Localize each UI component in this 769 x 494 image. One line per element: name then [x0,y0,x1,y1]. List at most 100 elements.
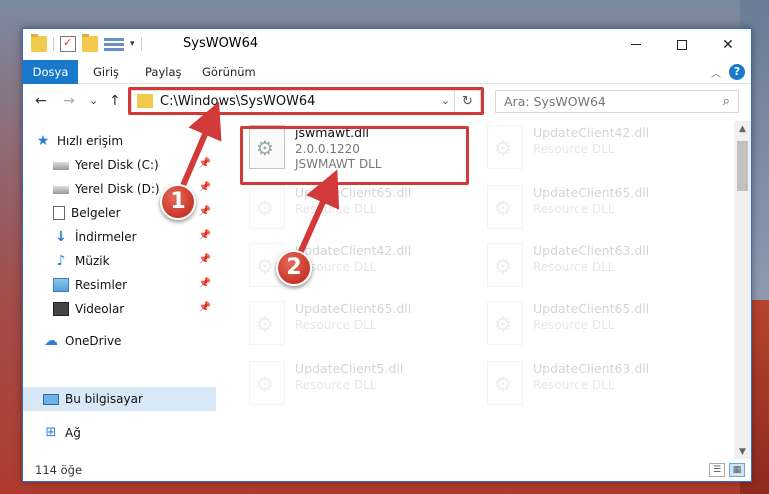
sidebar-item-label: Yerel Disk (C:) [75,158,159,172]
sidebar-item-network[interactable]: ⊞ Ağ [43,421,215,445]
new-folder-icon[interactable] [82,34,98,52]
vertical-scrollbar[interactable]: ▲ ▼ [734,121,751,461]
picture-icon [53,278,69,292]
customize-toolbar-dropdown[interactable]: ▾ [130,39,135,49]
sidebar-item-quick-access[interactable]: ★ Hızlı erişim [35,129,227,153]
back-button[interactable]: ← [35,93,47,109]
folder-icon [31,34,47,52]
dll-file-icon: ⚙ [487,243,523,287]
file-name: UpdateClient65.dll [533,301,650,316]
close-icon: ✕ [722,36,734,53]
star-icon: ★ [36,133,50,149]
tab-file[interactable]: Dosya [23,60,78,84]
file-item[interactable]: ⚙ UpdateClient65.dll Resource DLL [483,297,713,355]
sidebar-item-label: İndirmeler [75,230,137,244]
dll-file-icon: ⚙ [249,361,285,405]
file-item[interactable]: ⚙ UpdateClient65.dll Resource DLL [245,181,475,239]
file-description: Resource DLL [533,260,615,274]
file-name: UpdateClient42.dll [533,125,650,140]
pin-icon[interactable]: 📌 [199,278,211,289]
sidebar-item-label: Resimler [75,278,128,292]
file-name: UpdateClient63.dll [533,243,650,258]
pin-icon[interactable]: 📌 [199,230,211,241]
window-title: SysWOW64 [183,36,259,51]
drive-icon [53,162,69,170]
dll-file-icon: ⚙ [487,301,523,345]
file-item[interactable]: ⚙ UpdateClient65.dll Resource DLL [245,297,475,355]
search-icon: ⌕ [722,94,730,109]
quick-access-toolbar: ▾ [31,34,142,52]
file-description: Resource DLL [295,202,377,216]
minimize-icon [631,44,641,45]
gear-icon: ⚙ [256,372,274,396]
drive-icon [53,186,69,194]
up-button[interactable]: ↑ [109,93,121,109]
pin-icon[interactable]: 📌 [199,302,211,313]
view-icon[interactable] [104,36,124,52]
file-description: Resource DLL [295,318,377,332]
pin-icon[interactable]: 📌 [199,254,211,265]
file-description: Resource DLL [533,318,615,332]
pin-icon[interactable]: 📌 [199,182,211,193]
file-name: UpdateClient65.dll [295,301,412,316]
document-icon [53,206,65,220]
dll-file-icon: ⚙ [487,185,523,229]
file-item[interactable]: ⚙ UpdateClient65.dll Resource DLL [483,181,713,239]
sidebar-item-onedrive[interactable]: ☁ OneDrive [43,329,215,353]
file-description: Resource DLL [533,202,615,216]
tab-view[interactable]: Görünüm [190,60,268,84]
minimize-button[interactable] [613,29,659,60]
file-item[interactable]: ⚙ UpdateClient63.dll Resource DLL [483,357,713,415]
file-description: Resource DLL [533,378,615,392]
gear-icon: ⚙ [256,196,274,220]
scroll-up-icon[interactable]: ▲ [734,121,751,138]
file-name: UpdateClient63.dll [533,361,650,376]
view-switcher: ☰ ▦ [709,463,745,477]
file-name: UpdateClient65.dll [295,185,412,200]
computer-icon [43,393,59,405]
search-input[interactable] [504,94,704,109]
sidebar-item-downloads[interactable]: ↓ İndirmeler 📌 [53,225,215,249]
title-bar: ▾ SysWOW64 ✕ [23,29,751,60]
pin-icon[interactable]: 📌 [199,158,211,169]
scroll-thumb[interactable] [737,141,748,191]
tab-share[interactable]: Paylaş [133,60,194,84]
close-button[interactable]: ✕ [705,29,751,60]
details-view-icon[interactable]: ☰ [709,463,725,477]
file-highlight-box [240,126,469,185]
maximize-icon [677,39,687,50]
gear-icon: ⚙ [494,254,512,278]
sidebar-item-videos[interactable]: Videolar 📌 [53,297,215,321]
sidebar-item-pictures[interactable]: Resimler 📌 [53,273,215,297]
item-count: 114 öğe [35,463,83,477]
tiles-view-icon[interactable]: ▦ [729,463,745,477]
window-controls: ✕ [613,29,751,60]
status-bar: 114 öğe ☰ ▦ [23,459,751,481]
recent-locations-button[interactable]: ⌄ [89,94,98,107]
step-2-badge: 2 [276,250,312,286]
sidebar-item-music[interactable]: ♪ Müzik 📌 [53,249,215,273]
gear-icon: ⚙ [256,312,274,336]
gear-icon: ⚙ [494,312,512,336]
file-item[interactable]: ⚙ UpdateClient5.dll Resource DLL [245,357,475,415]
file-item[interactable]: ⚙ UpdateClient63.dll Resource DLL [483,239,713,297]
sidebar-item-this-pc[interactable]: Bu bilgisayar [23,387,216,411]
ribbon: Dosya Giriş Paylaş Görünüm ︿ ? [23,60,751,84]
sidebar-item-label: Belgeler [71,206,121,220]
download-icon: ↓ [55,229,67,245]
video-icon [53,302,69,316]
search-box[interactable]: ⌕ [495,90,739,113]
pin-icon[interactable]: 📌 [199,206,211,217]
dll-file-icon: ⚙ [249,185,285,229]
sidebar-item-local-disk-c[interactable]: Yerel Disk (C:) 📌 [53,153,215,177]
collapse-ribbon-icon[interactable]: ︿ [711,65,721,80]
file-item[interactable]: ⚙ UpdateClient42.dll Resource DLL [483,121,713,179]
maximize-button[interactable] [659,29,705,60]
forward-button[interactable]: → [63,93,75,109]
file-description: Resource DLL [295,378,377,392]
help-icon[interactable]: ? [729,64,745,80]
properties-icon[interactable] [60,36,76,52]
music-icon: ♪ [56,253,66,269]
file-name: UpdateClient5.dll [295,361,404,376]
tab-home[interactable]: Giriş [81,60,131,84]
